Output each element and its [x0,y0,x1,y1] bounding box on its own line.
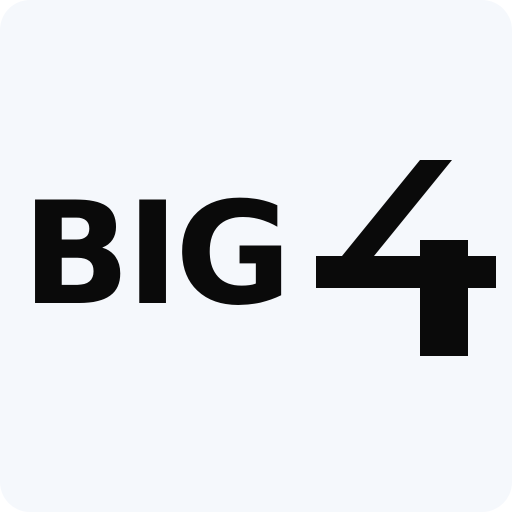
four-vertical-stem [420,240,468,356]
logo-word: BIG [22,172,292,337]
four-crossbar [316,256,496,288]
app-icon: BIG 4 [0,0,512,512]
big4-logo: BIG 4 [0,0,512,512]
logo-numeral-four: 4 [316,160,496,356]
